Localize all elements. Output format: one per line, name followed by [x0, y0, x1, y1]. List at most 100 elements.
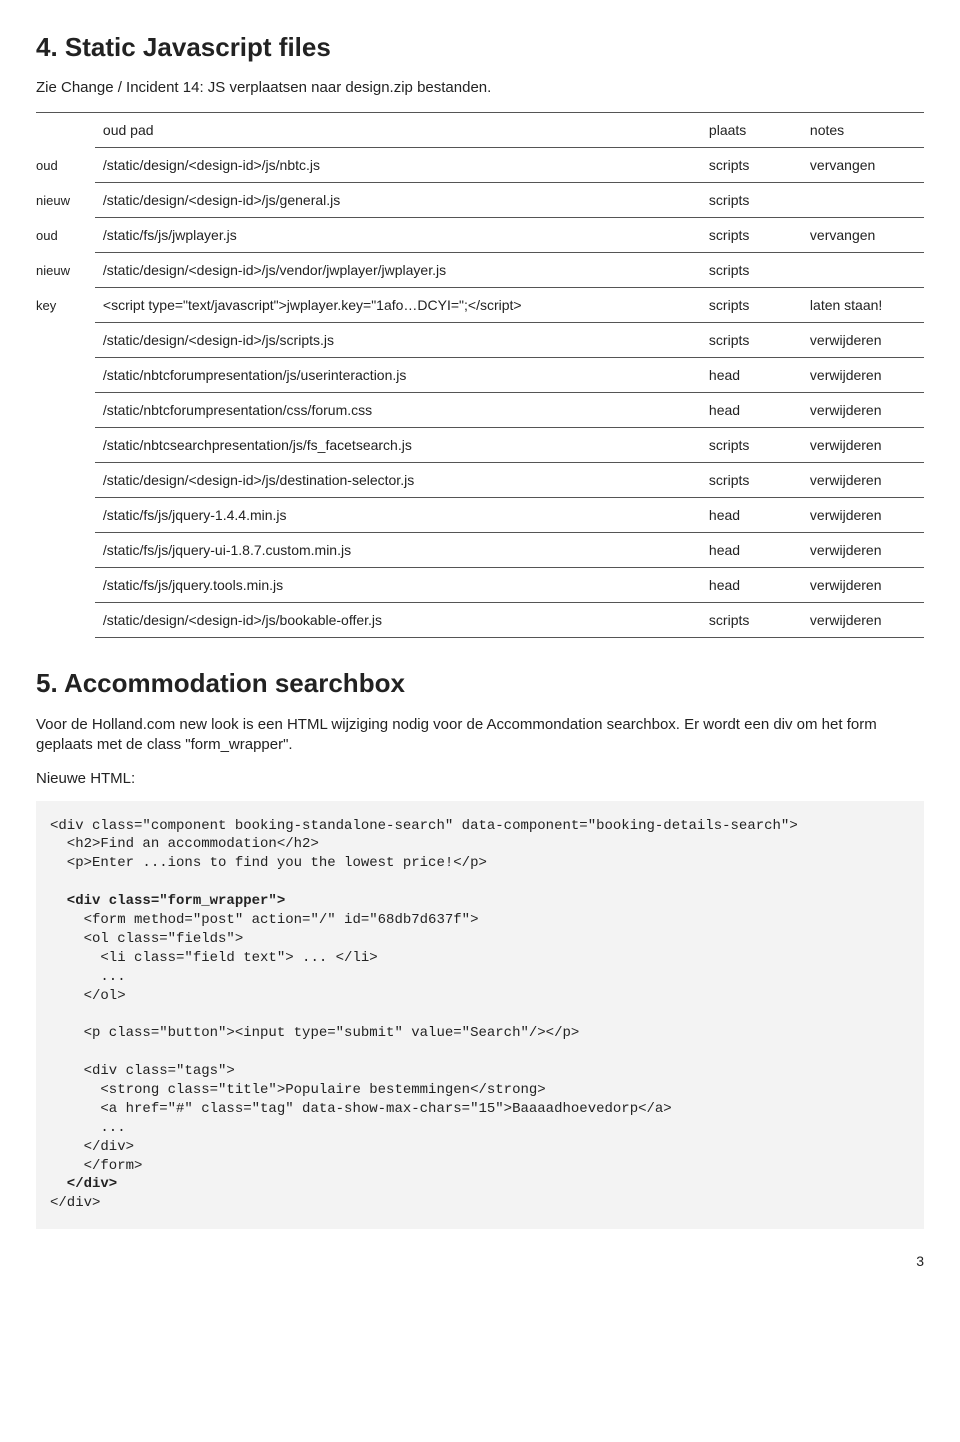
row-notes: verwijderen	[802, 428, 924, 463]
table-row: nieuw/static/design/<design-id>/js/gener…	[36, 183, 924, 218]
row-path: /static/design/<design-id>/js/scripts.js	[95, 323, 701, 358]
code-line: </form>	[50, 1158, 142, 1174]
row-notes: verwijderen	[802, 323, 924, 358]
table-row: nieuw/static/design/<design-id>/js/vendo…	[36, 253, 924, 288]
row-notes: vervangen	[802, 148, 924, 183]
static-js-table: oud pad plaats notes oud/static/design/<…	[36, 112, 924, 638]
row-notes: verwijderen	[802, 603, 924, 638]
row-place: scripts	[701, 183, 802, 218]
row-path: /static/nbtcsearchpresentation/js/fs_fac…	[95, 428, 701, 463]
html-code-block: <div class="component booking-standalone…	[36, 801, 924, 1230]
row-place: head	[701, 393, 802, 428]
row-place: head	[701, 498, 802, 533]
row-notes: laten staan!	[802, 288, 924, 323]
row-path: /static/design/<design-id>/js/vendor/jwp…	[95, 253, 701, 288]
table-row: /static/design/<design-id>/js/destinatio…	[36, 463, 924, 498]
table-row: key<script type="text/javascript">jwplay…	[36, 288, 924, 323]
row-path: /static/design/<design-id>/js/general.js	[95, 183, 701, 218]
page-number: 3	[36, 1253, 924, 1269]
row-path: /static/fs/js/jwplayer.js	[95, 218, 701, 253]
section-5-label: Nieuwe HTML:	[36, 770, 924, 787]
row-notes: verwijderen	[802, 498, 924, 533]
row-notes: verwijderen	[802, 393, 924, 428]
code-line: <div class="component booking-standalone…	[50, 818, 798, 834]
code-line: <a href="#" class="tag" data-show-max-ch…	[50, 1101, 672, 1117]
row-tag	[36, 603, 95, 638]
row-path: /static/design/<design-id>/js/nbtc.js	[95, 148, 701, 183]
table-row: oud/static/design/<design-id>/js/nbtc.js…	[36, 148, 924, 183]
row-place: scripts	[701, 463, 802, 498]
row-path: /static/fs/js/jquery.tools.min.js	[95, 568, 701, 603]
row-tag	[36, 323, 95, 358]
row-tag	[36, 533, 95, 568]
table-row: /static/nbtcforumpresentation/js/userint…	[36, 358, 924, 393]
code-line: <h2>Find an accommodation</h2>	[50, 836, 319, 852]
row-path: /static/design/<design-id>/js/destinatio…	[95, 463, 701, 498]
code-line: ...	[50, 1120, 126, 1136]
row-place: scripts	[701, 288, 802, 323]
row-notes: verwijderen	[802, 568, 924, 603]
row-tag: nieuw	[36, 183, 95, 218]
row-notes: verwijderen	[802, 533, 924, 568]
row-notes: vervangen	[802, 218, 924, 253]
row-notes	[802, 253, 924, 288]
table-head-tag	[36, 113, 95, 148]
row-place: head	[701, 533, 802, 568]
code-line: <p class="button"><input type="submit" v…	[50, 1025, 579, 1041]
table-row: /static/fs/js/jquery.tools.min.jsheadver…	[36, 568, 924, 603]
code-line-bold: <div class="form_wrapper">	[50, 893, 285, 909]
code-line: </div>	[50, 1139, 134, 1155]
row-tag	[36, 358, 95, 393]
row-path: /static/fs/js/jquery-ui-1.8.7.custom.min…	[95, 533, 701, 568]
table-row: /static/fs/js/jquery-ui-1.8.7.custom.min…	[36, 533, 924, 568]
row-tag: nieuw	[36, 253, 95, 288]
row-place: scripts	[701, 603, 802, 638]
row-path: /static/nbtcforumpresentation/css/forum.…	[95, 393, 701, 428]
row-notes	[802, 183, 924, 218]
code-line: ...	[50, 969, 126, 985]
section-5-intro: Voor de Holland.com new look is een HTML…	[36, 715, 924, 756]
row-notes: verwijderen	[802, 463, 924, 498]
row-place: head	[701, 358, 802, 393]
row-tag	[36, 498, 95, 533]
row-path: /static/design/<design-id>/js/bookable-o…	[95, 603, 701, 638]
code-line: </ol>	[50, 988, 126, 1004]
table-row: /static/fs/js/jquery-1.4.4.min.jsheadver…	[36, 498, 924, 533]
code-line: <ol class="fields">	[50, 931, 243, 947]
section-4-subtitle: Zie Change / Incident 14: JS verplaatsen…	[36, 79, 924, 96]
code-line: </div>	[50, 1195, 100, 1211]
table-row: /static/design/<design-id>/js/scripts.js…	[36, 323, 924, 358]
section-4-title: 4. Static Javascript files	[36, 32, 924, 63]
table-row: /static/nbtcsearchpresentation/js/fs_fac…	[36, 428, 924, 463]
row-tag	[36, 428, 95, 463]
row-tag	[36, 393, 95, 428]
row-path: /static/fs/js/jquery-1.4.4.min.js	[95, 498, 701, 533]
table-row: oud/static/fs/js/jwplayer.jsscriptsverva…	[36, 218, 924, 253]
row-tag	[36, 463, 95, 498]
row-place: head	[701, 568, 802, 603]
section-5-title: 5. Accommodation searchbox	[36, 668, 924, 699]
row-tag: oud	[36, 148, 95, 183]
code-line: <div class="tags">	[50, 1063, 235, 1079]
table-row: /static/design/<design-id>/js/bookable-o…	[36, 603, 924, 638]
row-tag: oud	[36, 218, 95, 253]
code-line: <p>Enter ...ions to find you the lowest …	[50, 855, 487, 871]
row-notes: verwijderen	[802, 358, 924, 393]
code-line: <strong class="title">Populaire bestemmi…	[50, 1082, 546, 1098]
table-header-row: oud pad plaats notes	[36, 113, 924, 148]
table-head-notes: notes	[802, 113, 924, 148]
row-place: scripts	[701, 428, 802, 463]
code-line: <li class="field text"> ... </li>	[50, 950, 378, 966]
table-head-path: oud pad	[95, 113, 701, 148]
table-row: /static/nbtcforumpresentation/css/forum.…	[36, 393, 924, 428]
table-head-place: plaats	[701, 113, 802, 148]
row-path: <script type="text/javascript">jwplayer.…	[95, 288, 701, 323]
row-place: scripts	[701, 218, 802, 253]
row-place: scripts	[701, 323, 802, 358]
code-line-bold: </div>	[50, 1176, 117, 1192]
row-path: /static/nbtcforumpresentation/js/userint…	[95, 358, 701, 393]
row-place: scripts	[701, 148, 802, 183]
code-line: <form method="post" action="/" id="68db7…	[50, 912, 478, 928]
row-tag	[36, 568, 95, 603]
row-place: scripts	[701, 253, 802, 288]
